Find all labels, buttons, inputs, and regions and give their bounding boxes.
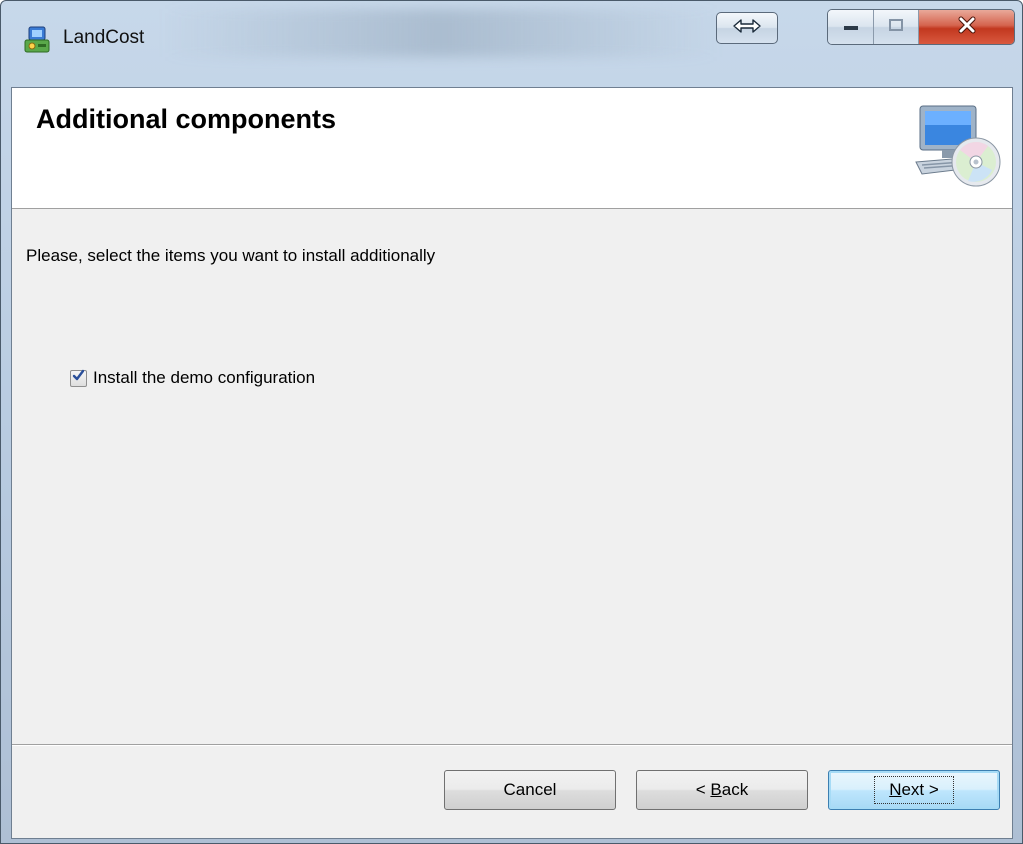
- instruction-text: Please, select the items you want to ins…: [26, 246, 436, 265]
- demo-configuration-option[interactable]: Install the demo configuration: [70, 368, 315, 388]
- next-button-rest: ext >: [901, 780, 939, 799]
- resize-button[interactable]: [716, 12, 778, 44]
- demo-configuration-checkbox[interactable]: [70, 369, 87, 387]
- next-button[interactable]: Next >: [828, 770, 1000, 810]
- installer-window: LandCost Additional components Please, s…: [0, 0, 1023, 844]
- back-button-prefix: <: [695, 780, 711, 799]
- installer-app-icon: [23, 25, 51, 55]
- back-button-mnemonic: B: [710, 780, 722, 799]
- demo-configuration-label[interactable]: Install the demo configuration: [93, 368, 315, 388]
- page-title: Additional components: [36, 104, 336, 134]
- footer-divider: [12, 744, 1012, 746]
- resize-arrows-icon: [730, 16, 764, 41]
- minimize-button[interactable]: [828, 10, 874, 44]
- dialog-client-area: Additional components Please, select the…: [11, 87, 1013, 839]
- maximize-icon: [886, 17, 906, 38]
- checkmark-icon: [72, 369, 85, 387]
- next-button-mnemonic: N: [889, 780, 902, 799]
- close-icon: [952, 14, 982, 41]
- header-banner: Additional components: [12, 88, 1012, 209]
- next-button-focus-ring: Next >: [874, 776, 954, 804]
- minimize-icon: [841, 18, 861, 37]
- title-bar[interactable]: LandCost: [1, 1, 1022, 87]
- back-button[interactable]: < Back: [636, 770, 808, 810]
- window-title: LandCost: [63, 27, 145, 48]
- maximize-button[interactable]: [874, 10, 919, 44]
- caption-buttons: [827, 9, 1015, 45]
- computer-with-cd-icon: [908, 102, 1004, 192]
- cancel-button[interactable]: Cancel: [444, 770, 616, 810]
- close-button[interactable]: [919, 10, 1014, 44]
- back-button-rest: ack: [721, 780, 749, 799]
